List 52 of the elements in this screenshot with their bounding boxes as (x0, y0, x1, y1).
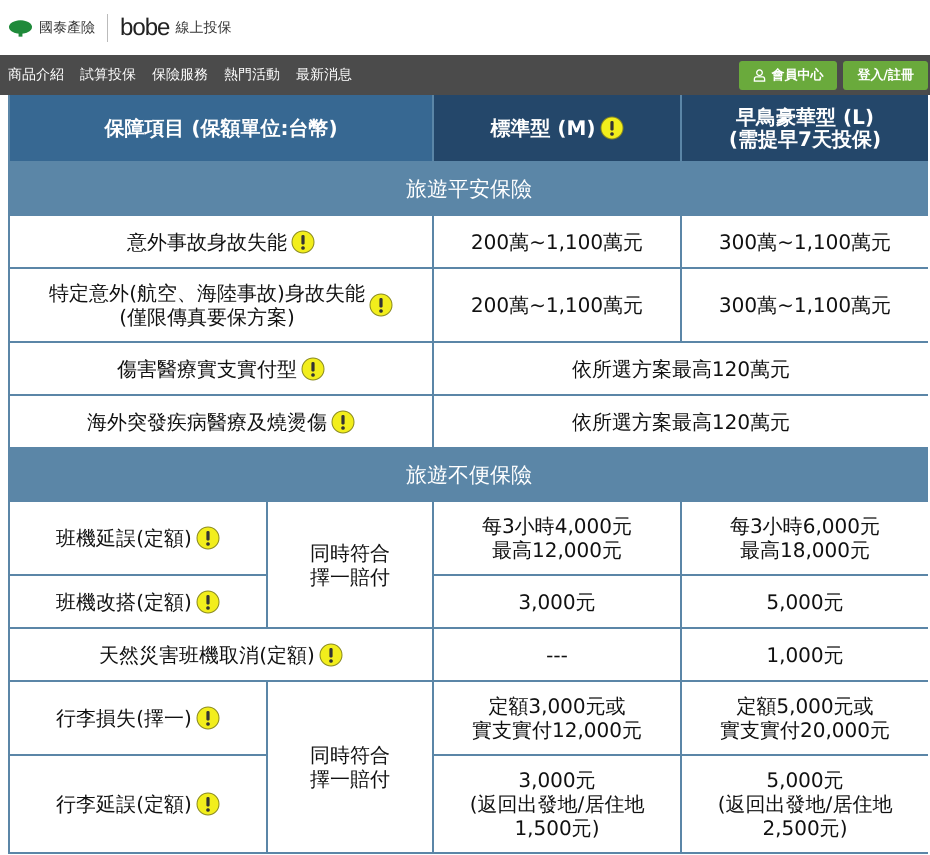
table-cell: 每3小時6,000元 最高18,000元 (730, 514, 880, 562)
product-name: 線上投保 (175, 18, 232, 36)
coverage-label: 天然災害班機取消(定額) (99, 642, 315, 666)
tree-logo-icon (8, 18, 33, 36)
warning-icon[interactable] (196, 526, 220, 550)
table-cell: 3,000元 (518, 590, 596, 614)
table-cell: 200萬~1,100萬元 (470, 293, 644, 317)
table-cell: 同時符合 擇一賠付 (310, 743, 390, 791)
nav-link[interactable]: 熱門活動 (224, 66, 280, 84)
table-cell: 每3小時4,000元 最高12,000元 (482, 514, 632, 562)
nav-link[interactable]: 試算投保 (80, 66, 136, 84)
warning-icon[interactable] (301, 356, 325, 380)
table-cell: 同時符合 擇一賠付 (310, 540, 390, 588)
user-icon (753, 68, 766, 82)
column-header: 保障項目 (保額單位:台幣) (104, 117, 338, 139)
warning-icon[interactable] (331, 410, 355, 434)
table-cell: 200萬~1,100萬元 (470, 230, 644, 254)
table-cell: 5,000元 (返回出發地/居住地 2,500元) (718, 768, 892, 840)
table-cell: --- (546, 642, 568, 666)
section-title: 旅遊平安保險 (406, 176, 532, 200)
nav-link[interactable]: 商品介紹 (8, 66, 64, 84)
company-name: 國泰產險 (39, 18, 95, 36)
warning-icon[interactable] (196, 706, 220, 730)
coverage-label: 行李延誤(定額) (56, 792, 192, 816)
table-cell: 定額3,000元或 實支實付12,000元 (472, 694, 642, 742)
warning-icon[interactable] (291, 230, 315, 254)
coverage-label: 海外突發疾病醫療及燒燙傷 (87, 410, 327, 434)
table-cell: 300萬~1,100萬元 (718, 230, 892, 254)
warning-icon[interactable] (368, 293, 393, 317)
coverage-label: 行李損失(擇一) (56, 706, 192, 730)
coverage-label: 班機延誤(定額) (56, 526, 192, 550)
warning-icon[interactable] (600, 116, 624, 140)
coverage-label: 班機改搭(定額) (56, 590, 192, 614)
nav-link[interactable]: 保險服務 (152, 66, 208, 84)
warning-icon[interactable] (318, 642, 343, 666)
warning-icon[interactable] (196, 590, 220, 614)
coverage-label: 意外事故身故失能 (127, 230, 287, 254)
table-cell: 300萬~1,100萬元 (718, 293, 892, 317)
table-cell: 1,000元 (766, 642, 844, 666)
section-title: 旅遊不便保險 (406, 462, 532, 486)
product-logo: bobe (120, 16, 170, 40)
table-cell: 依所選方案最高120萬元 (572, 356, 790, 380)
column-header: 標準型 (M) (490, 117, 596, 139)
table-cell: 5,000元 (766, 590, 844, 614)
table-cell: 依所選方案最高120萬元 (572, 410, 790, 434)
nav-link[interactable]: 最新消息 (296, 66, 352, 84)
coverage-label: 特定意外(航空、海陸事故)身故失能 (僅限傳真要保方案) (49, 281, 365, 329)
coverage-label: 傷害醫療實支實付型 (117, 356, 297, 380)
table-cell: 3,000元 (返回出發地/居住地 1,500元) (470, 768, 644, 840)
warning-icon[interactable] (196, 792, 220, 816)
table-cell: 定額5,000元或 實支實付20,000元 (720, 694, 890, 742)
column-header: 早鳥豪華型 (L) (需提早7天投保) (728, 106, 882, 150)
